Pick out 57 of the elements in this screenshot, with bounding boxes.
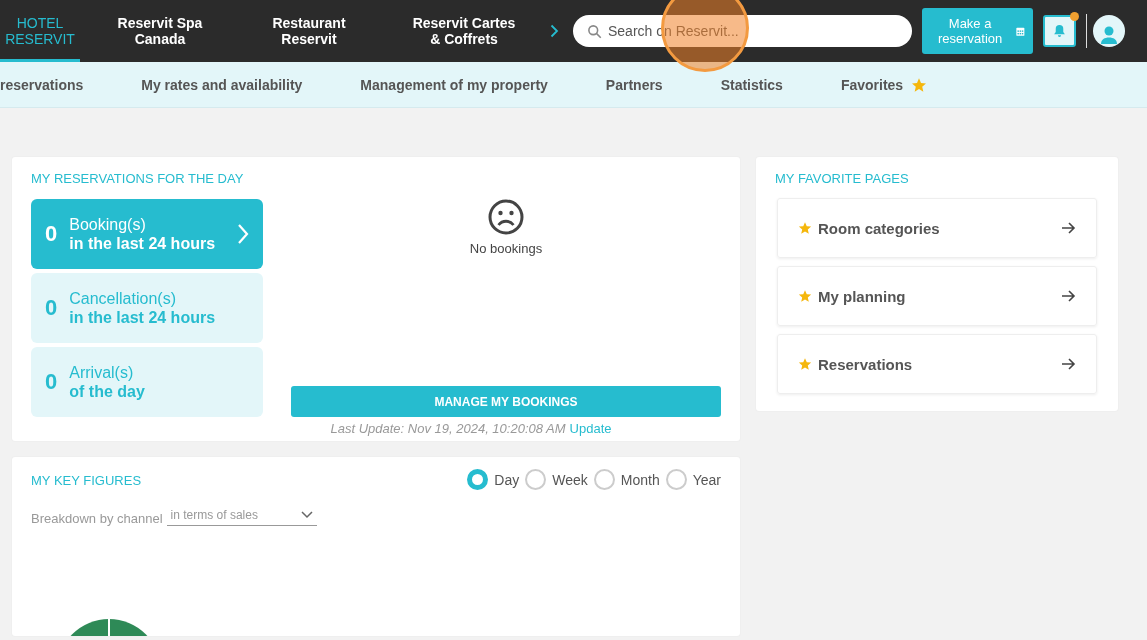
menu-item[interactable]: Statistics xyxy=(720,76,783,93)
menu-item[interactable]: My rates and availability xyxy=(141,76,303,93)
tile-count: 0 xyxy=(45,221,58,247)
radio-circle[interactable] xyxy=(525,469,547,490)
star-icon xyxy=(798,357,812,371)
nav-tab[interactable]: Reservit Cartes & Coffrets xyxy=(378,0,550,62)
nav-tab[interactable]: Reservit Spa Canada xyxy=(80,0,240,62)
tile-count: 0 xyxy=(45,295,58,321)
nav-tab[interactable]: Restaurant Reservit xyxy=(240,0,378,62)
card-title: MY KEY FIGURES xyxy=(31,473,142,488)
radio-label: Day xyxy=(494,471,520,488)
chevron-down-icon xyxy=(300,511,313,519)
favorite-page-label: My planning xyxy=(818,287,907,305)
notifications-button[interactable] xyxy=(1043,15,1076,47)
favorite-page-label: Room categories xyxy=(818,219,941,237)
period-radio[interactable]: Day xyxy=(467,469,520,490)
menu-item[interactable]: Management of my property xyxy=(360,76,548,93)
favorite-page-item[interactable]: Room categories xyxy=(777,198,1097,258)
menu-item[interactable]: reservations xyxy=(0,76,84,93)
star-icon xyxy=(798,221,812,235)
radio-circle[interactable] xyxy=(467,469,489,490)
bell-icon xyxy=(1053,24,1066,38)
period-radio[interactable]: Year xyxy=(665,469,721,490)
tile-label: Cancellation(s) xyxy=(69,289,177,308)
favorite-page-item[interactable]: My planning xyxy=(777,266,1097,326)
tile-label: Booking(s) xyxy=(69,215,147,234)
empty-message: No bookings xyxy=(469,241,543,256)
tile-sublabel: in the last 24 hours xyxy=(69,308,217,327)
tile-count: 0 xyxy=(45,369,58,395)
tile-sublabel: in the last 24 hours xyxy=(69,234,217,253)
arrow-right-icon xyxy=(1062,222,1076,234)
tile-sublabel: of the day xyxy=(69,382,146,401)
breakdown-label: Breakdown by channel xyxy=(31,511,163,526)
menu-item[interactable]: Partners xyxy=(605,76,663,93)
tile-label: Arrival(s) xyxy=(69,363,135,382)
chevron-right-icon[interactable] xyxy=(550,24,559,38)
favorite-page-label: Reservations xyxy=(818,355,914,373)
card-title: MY RESERVATIONS FOR THE DAY xyxy=(31,171,245,186)
star-icon xyxy=(911,76,928,93)
user-avatar[interactable] xyxy=(1093,15,1125,47)
radio-label: Year xyxy=(692,471,721,488)
arrow-right-icon xyxy=(1062,358,1076,370)
menu-item[interactable]: Favorites xyxy=(840,76,904,93)
radio-label: Week xyxy=(552,471,588,488)
user-icon xyxy=(1100,25,1118,47)
last-update-text: Last Update: Nov 19, 2024, 10:20:08 AM xyxy=(330,421,566,436)
radio-label: Month xyxy=(620,471,660,488)
chevron-right-icon xyxy=(237,223,249,245)
arrow-right-icon xyxy=(1062,290,1076,302)
period-radio[interactable]: Week xyxy=(525,469,588,490)
card-title: MY FAVORITE PAGES xyxy=(775,171,910,186)
favorite-page-item[interactable]: Reservations xyxy=(777,334,1097,394)
star-icon xyxy=(798,289,812,303)
period-radio[interactable]: Month xyxy=(593,469,660,490)
sad-face-icon xyxy=(488,199,524,235)
radio-circle[interactable] xyxy=(593,469,615,490)
radio-circle[interactable] xyxy=(665,469,687,490)
